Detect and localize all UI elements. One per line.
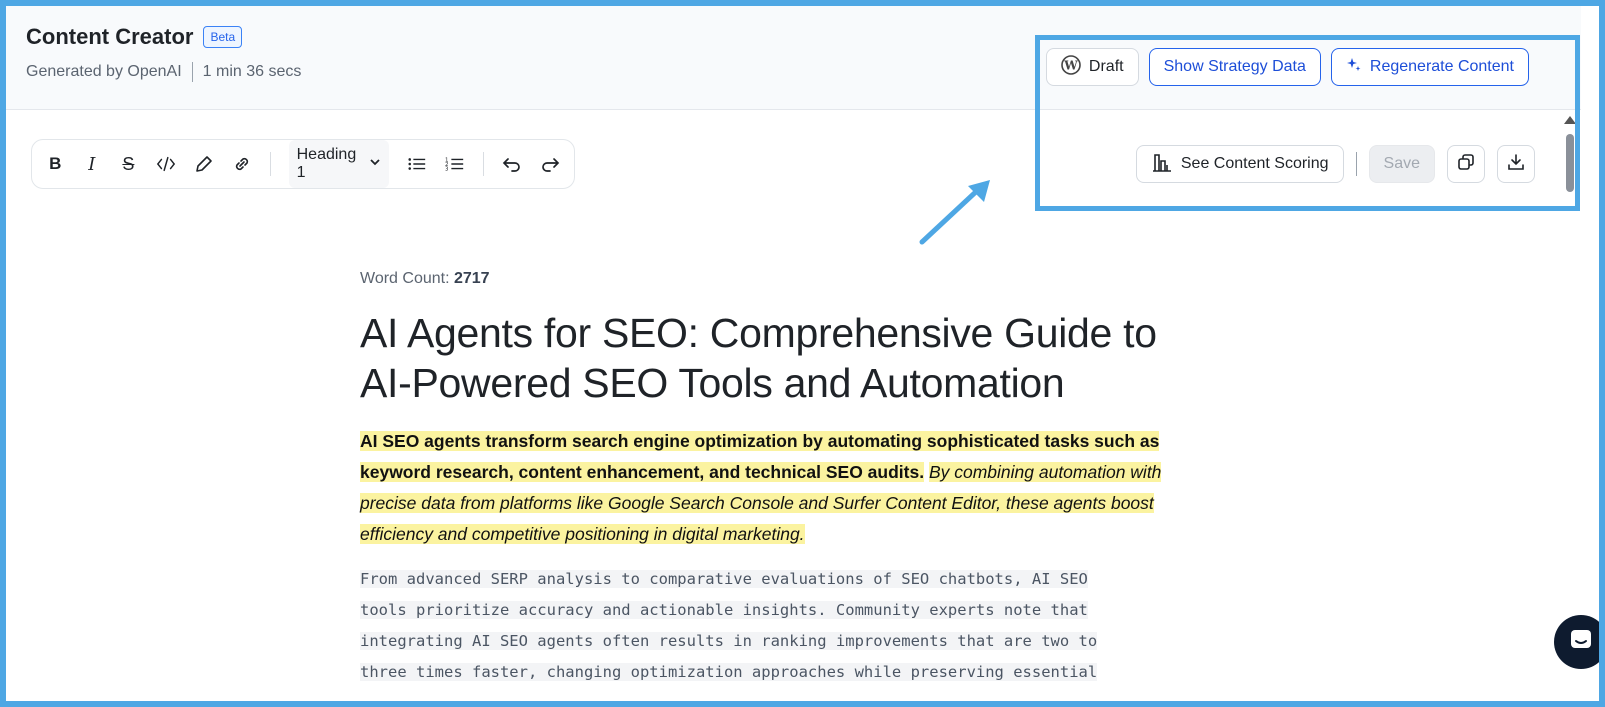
annotation-arrow-icon — [919, 180, 990, 245]
body-line: tools prioritize accuracy and actionable… — [360, 601, 1088, 619]
chevron-down-icon — [369, 155, 381, 173]
chat-icon — [1568, 627, 1594, 658]
link-icon[interactable] — [232, 154, 252, 174]
numbered-list-icon[interactable]: 123 — [445, 154, 465, 174]
toolbar-divider — [483, 152, 484, 176]
generated-by-text: Generated by OpenAI — [26, 63, 182, 80]
toolbar-divider — [269, 152, 271, 176]
document-content[interactable]: Word Count: 2717 AI Agents for SEO: Comp… — [360, 270, 1200, 688]
strikethrough-icon[interactable]: S — [119, 154, 138, 174]
chat-widget-button[interactable] — [1554, 615, 1605, 669]
undo-icon[interactable] — [502, 154, 522, 174]
italic-icon[interactable]: I — [83, 154, 102, 175]
highlighter-icon[interactable] — [194, 154, 214, 174]
word-count-label: Word Count: — [360, 270, 450, 287]
body-line: three times faster, changing optimizatio… — [360, 663, 1098, 681]
bold-icon[interactable]: B — [46, 154, 65, 174]
page-title: Content Creator — [26, 24, 194, 49]
document-title[interactable]: AI Agents for SEO: Comprehensive Guide t… — [360, 308, 1200, 408]
divider — [191, 62, 193, 82]
word-count: Word Count: 2717 — [360, 270, 1200, 288]
heading-select-value: Heading 1 — [296, 146, 357, 181]
bullet-list-icon[interactable] — [407, 154, 427, 174]
annotation-highlight-box — [1035, 35, 1580, 211]
body-line: From advanced SERP analysis to comparati… — [360, 570, 1088, 588]
body-paragraph[interactable]: From advanced SERP analysis to comparati… — [360, 564, 1200, 688]
word-count-value: 2717 — [453, 270, 490, 287]
beta-badge: Beta — [203, 26, 243, 48]
generation-duration: 1 min 36 secs — [202, 63, 302, 80]
code-icon[interactable] — [156, 154, 176, 174]
intro-paragraph[interactable]: AI SEO agents transform search engine op… — [360, 426, 1200, 550]
body-line: integrating AI SEO agents often results … — [360, 632, 1098, 650]
heading-select[interactable]: Heading 1 — [288, 140, 390, 188]
editor-toolbar: B I S Heading 1 123 — [31, 139, 575, 189]
svg-text:3: 3 — [445, 166, 449, 172]
generation-info: Generated by OpenAI 1 min 36 secs — [26, 62, 301, 82]
redo-icon[interactable] — [540, 154, 560, 174]
